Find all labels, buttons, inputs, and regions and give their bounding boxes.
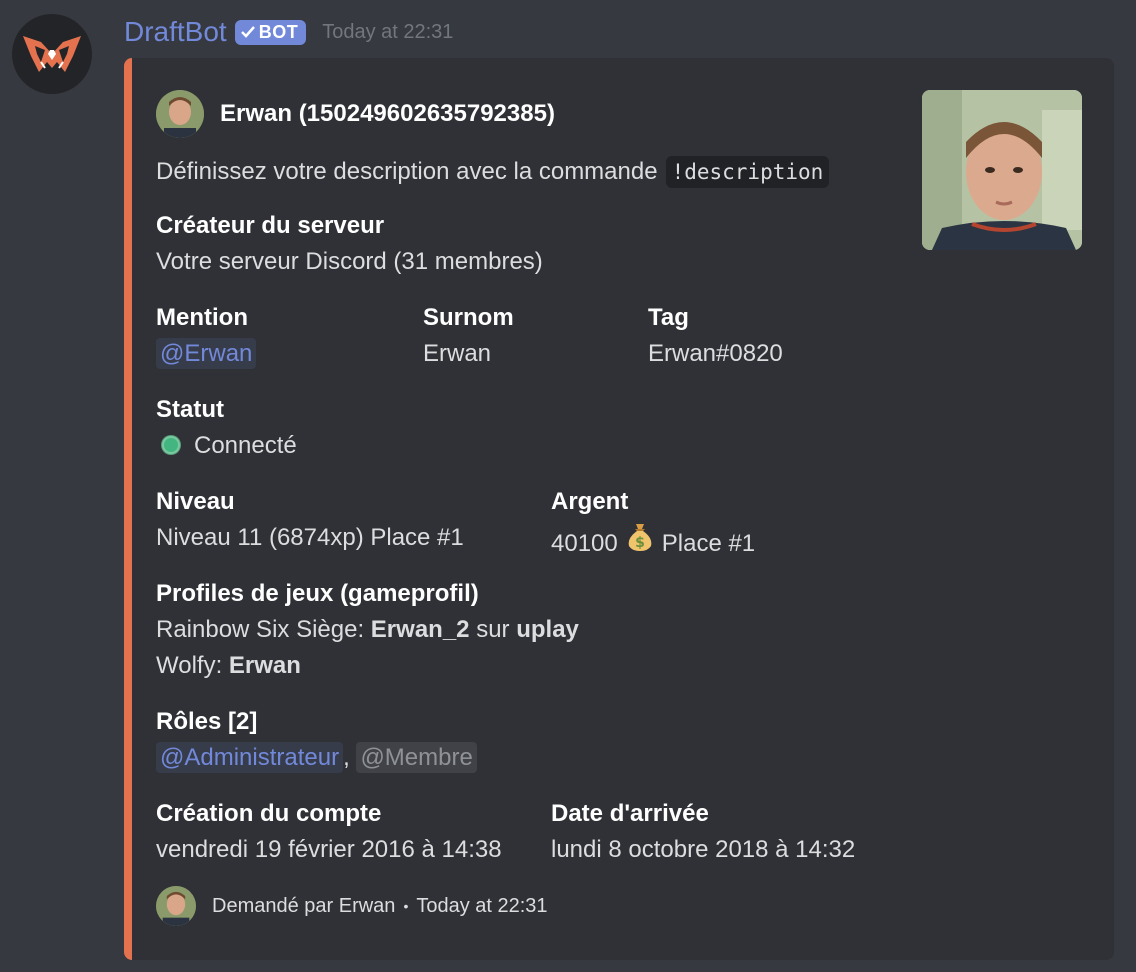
online-status-icon <box>162 435 180 454</box>
game-username: Erwan_2 <box>370 616 470 643</box>
message-timestamp: Today at 22:31 <box>322 20 454 43</box>
field-name: Surnom <box>423 304 514 331</box>
field-status: Statut Connecté <box>156 394 297 464</box>
field-game-profiles: Profiles de jeux (gameprofil) Rainbow Si… <box>156 578 579 684</box>
footer-separator: • <box>403 898 409 915</box>
field-mention: Mention @Erwan <box>156 302 257 372</box>
bot-tag-badge: BOT <box>234 19 307 45</box>
field-level: Niveau Niveau 11 (6874xp) Place #1 <box>156 486 464 556</box>
field-nickname: Surnom Erwan <box>423 302 514 372</box>
field-value: Votre serveur Discord (31 membres) <box>156 248 543 275</box>
author-name: Erwan (150249602635792385) <box>220 100 555 127</box>
money-amount: 40100 <box>551 529 618 557</box>
game-profile-line: Wolfy: Erwan <box>156 648 579 684</box>
footer-avatar <box>156 886 196 926</box>
field-value: Erwan <box>423 340 492 367</box>
field-tag: Tag Erwan#0820 <box>648 302 783 372</box>
embed-footer: Demandé par Erwan • Today at 22:31 <box>156 886 548 926</box>
user-thumbnail[interactable] <box>922 90 1082 250</box>
embed-author: Erwan (150249602635792385) <box>156 90 555 138</box>
field-money: Argent 40100 $ Place #1 <box>551 486 755 569</box>
game-username: Erwan <box>228 652 301 679</box>
role-mention-member[interactable]: @Membre <box>356 742 477 773</box>
field-name: Créateur du serveur <box>156 212 385 239</box>
embed-description: Définissez votre description avec la com… <box>156 156 830 188</box>
field-value: Erwan#0820 <box>648 340 783 367</box>
draftbot-logo-icon <box>23 36 81 72</box>
field-name: Profiles de jeux (gameprofil) <box>156 580 479 607</box>
field-name: Argent <box>551 488 629 515</box>
svg-text:$: $ <box>635 535 645 551</box>
game-name: Rainbow Six Siège: <box>156 616 365 643</box>
field-server-creator: Créateur du serveur Votre serveur Discor… <box>156 210 543 280</box>
profile-embed: Erwan (150249602635792385) Définissez vo… <box>124 58 1114 960</box>
field-account-created: Création du compte vendredi 19 février 2… <box>156 798 502 868</box>
field-join-date: Date d'arrivée lundi 8 octobre 2018 à 14… <box>551 798 855 868</box>
field-value: vendredi 19 février 2016 à 14:38 <box>156 836 502 863</box>
game-platform: uplay <box>516 616 579 643</box>
game-profile-line: Rainbow Six Siège: Erwan_2 sur uplay <box>156 612 579 648</box>
field-roles: Rôles [2] @Administrateur, @Membre <box>156 706 477 776</box>
money-bag-icon: $ <box>624 520 656 563</box>
separator-text: sur <box>476 616 510 643</box>
bot-tag-label: BOT <box>258 21 299 42</box>
bot-avatar[interactable] <box>12 14 92 94</box>
field-name: Rôles [2] <box>156 708 258 735</box>
field-name: Niveau <box>156 488 235 515</box>
role-separator: , <box>343 744 350 771</box>
game-name: Wolfy: <box>156 652 223 679</box>
author-avatar[interactable] <box>156 90 204 138</box>
description-text: Définissez votre description avec la com… <box>156 158 658 185</box>
footer-text: Demandé par Erwan <box>212 894 396 917</box>
checkmark-icon <box>240 26 255 38</box>
field-value: lundi 8 octobre 2018 à 14:32 <box>551 836 856 863</box>
field-name: Mention <box>156 304 248 331</box>
bot-username[interactable]: DraftBot <box>124 16 227 48</box>
field-name: Création du compte <box>156 800 382 827</box>
status-text: Connecté <box>194 432 297 459</box>
message-header: DraftBot BOT Today at 22:31 <box>124 14 453 50</box>
chat-message: DraftBot BOT Today at 22:31 Erwan (15024… <box>0 0 1136 972</box>
role-mention-admin[interactable]: @Administrateur <box>156 742 344 773</box>
money-rank: Place #1 <box>661 529 756 557</box>
footer-timestamp: Today at 22:31 <box>416 894 548 917</box>
description-command-code: !description <box>665 156 830 188</box>
field-name: Statut <box>156 396 224 423</box>
field-value: Niveau 11 (6874xp) Place #1 <box>156 524 464 551</box>
field-name: Date d'arrivée <box>551 800 709 827</box>
user-mention[interactable]: @Erwan <box>156 338 257 369</box>
field-name: Tag <box>648 304 689 331</box>
